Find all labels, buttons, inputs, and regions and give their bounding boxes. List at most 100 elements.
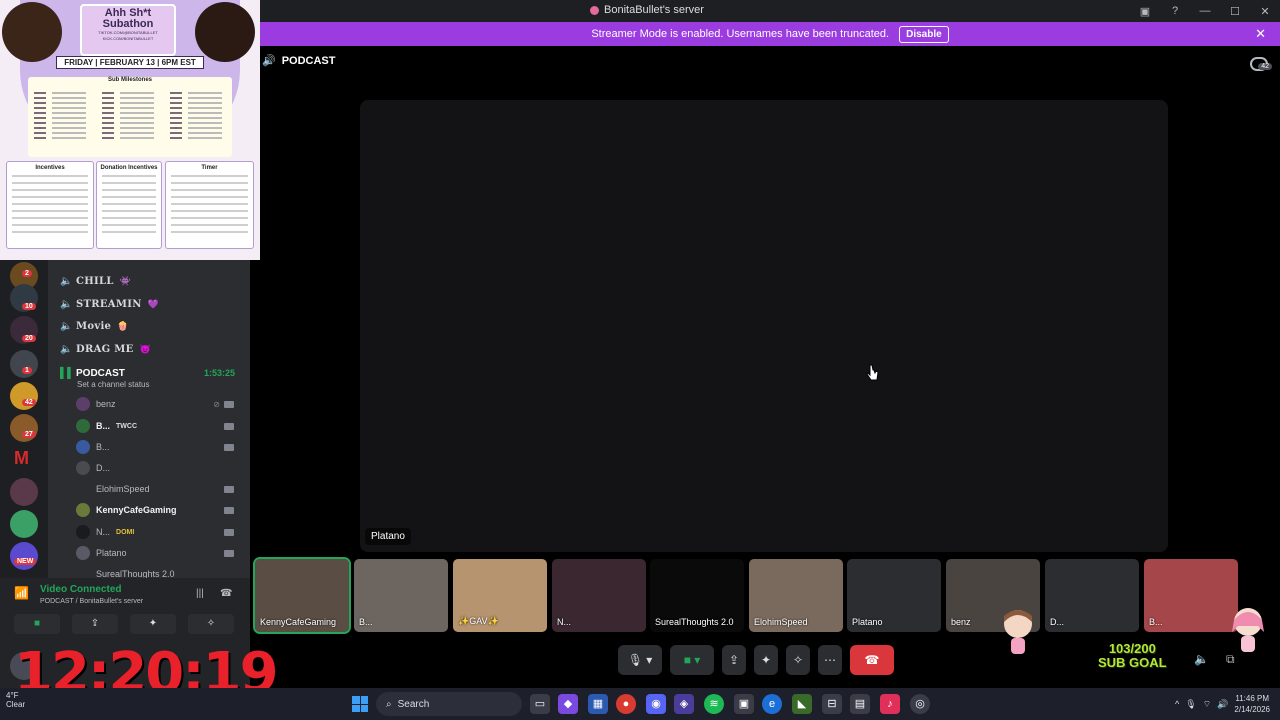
activity-button[interactable]: ✦ (754, 645, 778, 675)
chevron-up-icon[interactable]: ^ (1175, 699, 1179, 709)
streamer-photo-left (2, 2, 62, 62)
discord-icon[interactable]: ◉ (646, 694, 666, 714)
channel-emoji: 👾 (119, 275, 131, 286)
soundboard-button[interactable]: ✧ (188, 614, 234, 634)
overlay-title-box: Ahh Sh*t Subathon TIKTOK.COM/@BONITABULL… (80, 4, 176, 56)
app-icon[interactable]: ▤ (850, 694, 870, 714)
channel-movie[interactable]: 🔈 Movie 🍿 (60, 317, 128, 335)
help-icon[interactable]: ? (1160, 5, 1190, 17)
nvidia-icon[interactable]: ◣ (792, 694, 812, 714)
search-label: Search (397, 698, 430, 710)
signal-icon[interactable]: 📶 (14, 586, 29, 600)
windows-start-icon[interactable] (352, 696, 368, 712)
screen-share-button[interactable]: ⇪ (72, 614, 118, 634)
soundboard-control-button[interactable]: ✧ (786, 645, 810, 675)
anime-sticker-right (1230, 606, 1266, 656)
server-m-icon[interactable]: M (14, 448, 29, 469)
server-icon-9[interactable] (10, 510, 38, 538)
task-view-icon[interactable]: ▭ (530, 694, 550, 714)
share-screen-button[interactable]: ⇪ (722, 645, 746, 675)
app-icon[interactable]: ▣ (734, 694, 754, 714)
volume-icon[interactable]: 🔈 (1194, 652, 1209, 666)
disconnect-icon[interactable]: ☎ (220, 588, 232, 599)
camera-button[interactable]: ■ (14, 614, 60, 634)
video-icon (224, 400, 234, 408)
member-row[interactable]: B... (76, 439, 238, 455)
participant-tile[interactable]: B... (354, 559, 448, 632)
member-row[interactable]: KennyCafeGaming (76, 502, 238, 518)
participant-tile[interactable]: B... (1144, 559, 1238, 632)
participant-tile[interactable]: KennyCafeGaming (253, 557, 351, 634)
focused-video-tile[interactable] (360, 100, 1168, 552)
app-icon[interactable]: ⊟ (822, 694, 842, 714)
participant-name: B... (1149, 617, 1163, 627)
subathon-overlay: Ahh Sh*t Subathon TIKTOK.COM/@BONITABULL… (0, 0, 260, 260)
window-controls: ▣ ? — ☐ ✕ (1130, 0, 1280, 22)
member-name: KennyCafeGaming (96, 505, 177, 515)
disable-button[interactable]: Disable (899, 25, 949, 43)
activities-button[interactable]: ✦ (130, 614, 176, 634)
tiktok-icon[interactable]: ♪ (880, 694, 900, 714)
maximize-button[interactable]: ☐ (1220, 5, 1250, 18)
channel-streamin[interactable]: 🔈 STREAMIN 💜 (60, 295, 159, 313)
server-icon-10[interactable] (10, 542, 38, 570)
close-button[interactable]: ✕ (1250, 5, 1280, 18)
close-banner-icon[interactable]: ✕ (1255, 26, 1266, 42)
mouse-cursor-icon (866, 364, 879, 381)
channel-list: 🔈 CHILL 👾 🔈 STREAMIN 💜 🔈 Movie 🍿 🔈 DRAG … (48, 260, 250, 585)
video-icon (224, 443, 234, 451)
member-row[interactable]: D... (76, 460, 238, 476)
voice-location[interactable]: PODCAST / BonitaBullet's server (40, 598, 143, 605)
weather-widget[interactable]: 4°F Clear (6, 691, 66, 709)
window-title: BonitaBullet's server (590, 4, 704, 16)
participant-tile[interactable]: SurealThoughts 2.0 (650, 559, 744, 632)
channel-drag-me[interactable]: 🔈 DRAG ME 😈 (60, 340, 151, 358)
store-icon[interactable]: ▦ (588, 694, 608, 714)
overlay-date: FRIDAY | FEBRUARY 13 | 6PM EST (56, 56, 204, 69)
inbox-icon[interactable]: ▣ (1130, 5, 1160, 18)
leave-call-button[interactable]: ☎ (850, 645, 894, 675)
streamer-mode-banner: Streamer Mode is enabled. Usernames have… (260, 22, 1280, 46)
participant-tile[interactable]: ✨GAV✨ (453, 559, 547, 632)
system-clock[interactable]: 11:46 PM 2/14/2026 (1234, 693, 1270, 715)
server-badge: 20 (22, 335, 36, 342)
more-options-button[interactable]: ⋯ (818, 645, 842, 675)
member-row[interactable]: benz ⊘ (76, 396, 238, 412)
participant-tile[interactable]: N... (552, 559, 646, 632)
chrome-icon[interactable]: ● (616, 694, 636, 714)
camera-toggle-button[interactable]: ■ ▾ (670, 645, 714, 675)
popout-icon[interactable]: ⧉ (1226, 652, 1235, 667)
video-icon (224, 528, 234, 536)
member-name: B... (96, 421, 111, 431)
channel-status-prompt[interactable]: Set a channel status (77, 380, 150, 389)
sub-goal-count: 103/200 (1108, 641, 1156, 656)
channel-emoji: 🍿 (117, 320, 129, 331)
system-tray: ^ 🎙 ⌔ 🔊 11:46 PM 2/14/2026 (1175, 688, 1280, 720)
volume-tray-icon[interactable]: 🔊 (1217, 699, 1228, 710)
member-row[interactable]: N... DOMI (76, 524, 238, 540)
participant-tile[interactable]: Platano (847, 559, 941, 632)
minimize-button[interactable]: — (1190, 5, 1220, 17)
obs-icon[interactable]: ◎ (910, 694, 930, 714)
participant-tile[interactable]: ElohimSpeed (749, 559, 843, 632)
avatar (76, 546, 90, 560)
app-window: BonitaBullet's server ▣ ? — ☐ ✕ Streamer… (0, 0, 1280, 720)
overlay-link-kick: KICK.COM/BONITABULLET (102, 36, 154, 41)
microphone-tray-icon[interactable]: 🎙 (1185, 699, 1196, 710)
channel-chill[interactable]: 🔈 CHILL 👾 (60, 272, 131, 290)
participant-tile[interactable]: D... (1045, 559, 1139, 632)
member-row[interactable]: ElohimSpeed (76, 481, 238, 497)
channel-name: STREAMIN (76, 298, 142, 310)
taskbar-search[interactable]: ⌕ Search (376, 692, 522, 716)
member-name: D... (96, 463, 111, 473)
edge-icon[interactable]: e (762, 694, 782, 714)
server-icon-8[interactable] (10, 478, 38, 506)
copilot-icon[interactable]: ◆ (558, 694, 578, 714)
game-icon[interactable]: ◈ (674, 694, 694, 714)
spotify-icon[interactable]: ≋ (704, 694, 724, 714)
member-row[interactable]: Platano (76, 545, 238, 561)
noise-suppression-icon[interactable]: ||| (196, 588, 204, 599)
wifi-icon[interactable]: ⌔ (1203, 699, 1211, 710)
microphone-button[interactable]: 🎙 ▾ (618, 645, 662, 675)
member-row[interactable]: B... TWCC (76, 418, 238, 434)
